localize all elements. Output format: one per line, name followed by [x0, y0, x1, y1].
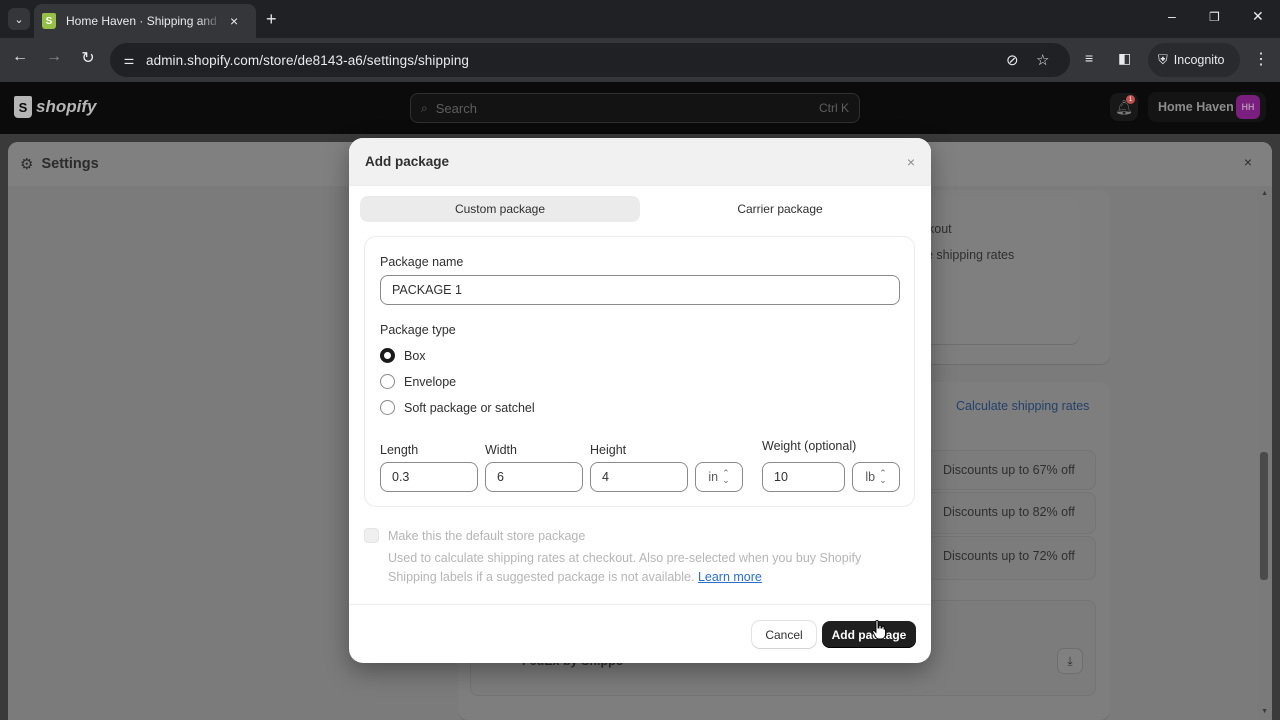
incognito-indicator[interactable]: ⛨ Incognito [1148, 43, 1240, 77]
incognito-icon: ⛨ [1158, 52, 1168, 67]
shopify-logo[interactable]: S shopify [14, 96, 96, 118]
settings-title: Settings [41, 156, 99, 172]
bookmark-star-icon[interactable]: ☆ [1036, 51, 1049, 69]
width-label: Width [485, 443, 517, 457]
package-tabs: Custom package Carrier package [360, 196, 920, 222]
cancel-button[interactable]: Cancel [752, 621, 816, 648]
background-checkout-text: kout [928, 222, 952, 236]
calculate-shipping-rates-link[interactable]: Calculate shipping rates [956, 399, 1089, 413]
height-input[interactable]: 4 [590, 462, 688, 492]
browser-toolbar: ← → ↻ ⚌ admin.shopify.com/store/de8143-a… [0, 38, 1280, 82]
select-chevron-icon: ⌃ ⌄ [722, 468, 730, 485]
store-avatar: HH [1236, 95, 1260, 119]
side-panel-icon[interactable]: ◧ [1118, 50, 1131, 67]
modal-close-icon[interactable]: × [907, 154, 915, 170]
tab-title: Home Haven · Shipping and delivery [66, 14, 222, 28]
radio-button-checked[interactable] [380, 348, 395, 363]
dimension-unit-value: in [708, 470, 719, 484]
add-package-modal: Add package × Custom package Carrier pac… [349, 138, 931, 663]
weight-input[interactable]: 10 [762, 462, 845, 492]
default-package-option[interactable]: Make this the default store package [364, 528, 585, 543]
learn-more-link[interactable]: Learn more [698, 570, 762, 584]
scrollbar-thumb[interactable] [1260, 452, 1268, 580]
tab-carrier-package[interactable]: Carrier package [640, 196, 920, 222]
reload-icon[interactable]: ↻ [76, 48, 100, 68]
shopify-favicon-icon: S [42, 13, 56, 29]
weight-label: Weight (optional) [762, 439, 857, 453]
modal-title: Add package [365, 154, 450, 169]
dimension-unit-select[interactable]: in ⌃ ⌄ [695, 462, 743, 492]
length-label: Length [380, 443, 419, 457]
modal-footer: Cancel Add package [349, 604, 931, 663]
store-name: Home Haven [1158, 100, 1234, 114]
shopify-bag-icon: S [14, 96, 32, 118]
notification-badge: 1 [1126, 95, 1135, 104]
download-icon[interactable]: ⤓ [1057, 648, 1083, 674]
search-icon: ⌕ [421, 100, 428, 115]
incognito-label: Incognito [1173, 53, 1225, 67]
add-package-button[interactable]: Add package [822, 621, 916, 648]
width-input[interactable]: 6 [485, 462, 583, 492]
admin-search-input[interactable]: ⌕ Search Ctrl K [410, 93, 860, 123]
package-name-input[interactable]: PACKAGE 1 [380, 275, 900, 305]
settings-close-icon[interactable]: × [1244, 154, 1252, 170]
radio-box[interactable]: Box [380, 348, 426, 363]
hand-cursor-icon [872, 620, 886, 640]
browser-tab-strip: ⌄ S Home Haven · Shipping and delivery ×… [0, 0, 1280, 38]
modal-header: Add package × [349, 138, 931, 186]
shopify-top-bar: S shopify ⌕ Search Ctrl K 🔔︎ 1 Home Have… [0, 82, 1280, 134]
chevron-down-icon: ⌄ [14, 13, 24, 26]
length-input[interactable]: 0.3 [380, 462, 478, 492]
package-form-card: Package name PACKAGE 1 Package type Box … [364, 236, 915, 507]
radio-envelope[interactable]: Envelope [380, 374, 456, 389]
radio-button[interactable] [380, 374, 395, 389]
carrier-discount-text: Discounts up to 82% off [943, 505, 1075, 519]
select-chevron-icon: ⌃ ⌄ [879, 468, 887, 485]
scroll-down-arrow-icon[interactable]: ▼ [1261, 708, 1268, 715]
scroll-up-arrow-icon[interactable]: ▲ [1261, 190, 1268, 197]
gear-icon: ⚙ [20, 156, 34, 173]
help-text: Used to calculate shipping rates at chec… [388, 551, 862, 584]
notifications-button[interactable]: 🔔︎ 1 [1110, 93, 1138, 121]
radio-button[interactable] [380, 400, 395, 415]
height-label: Height [590, 443, 627, 457]
carrier-discount-text: Discounts up to 72% off [943, 549, 1075, 563]
radio-label: Envelope [404, 374, 457, 389]
minimize-icon[interactable]: – [1168, 8, 1176, 24]
tab-search-button[interactable]: ⌄ [8, 8, 30, 30]
shopify-wordmark: shopify [36, 97, 97, 116]
site-info-icon[interactable]: ⚌ [118, 49, 140, 71]
media-controls-icon[interactable]: ≡ [1085, 50, 1093, 66]
package-name-label: Package name [380, 255, 464, 269]
new-tab-button[interactable]: + [266, 9, 277, 30]
radio-label: Box [404, 348, 426, 363]
weight-unit-value: lb [865, 470, 876, 484]
carrier-discount-text: Discounts up to 67% off [943, 463, 1075, 477]
package-type-label: Package type [380, 323, 456, 337]
radio-soft-package[interactable]: Soft package or satchel [380, 400, 535, 415]
browser-tab-active[interactable]: S Home Haven · Shipping and delivery × [34, 4, 256, 38]
address-bar[interactable]: ⚌ admin.shopify.com/store/de8143-a6/sett… [110, 43, 1070, 77]
default-package-label: Make this the default store package [388, 528, 586, 543]
restore-icon[interactable]: ❐ [1209, 10, 1220, 24]
url-text[interactable]: admin.shopify.com/store/de8143-a6/settin… [146, 53, 469, 68]
search-shortcut: Ctrl K [819, 101, 849, 115]
default-package-help: Used to calculate shipping rates at chec… [388, 549, 908, 587]
store-menu-button[interactable]: Home Haven HH [1148, 92, 1266, 122]
tracking-protection-icon[interactable]: ⊘ [1006, 51, 1019, 69]
back-icon[interactable]: ← [8, 48, 32, 66]
tab-custom-package[interactable]: Custom package [360, 196, 640, 222]
default-package-checkbox[interactable] [364, 528, 379, 543]
forward-icon[interactable]: → [42, 48, 66, 66]
radio-label: Soft package or satchel [404, 400, 535, 415]
tab-close-icon[interactable]: × [230, 13, 238, 29]
search-placeholder: Search [435, 100, 477, 116]
background-shipping-rates-text: e shipping rates [926, 248, 1015, 262]
window-close-icon[interactable]: ✕ [1252, 8, 1264, 25]
weight-unit-select[interactable]: lb ⌃ ⌄ [852, 462, 900, 492]
browser-menu-icon[interactable]: ⋮ [1253, 49, 1269, 69]
